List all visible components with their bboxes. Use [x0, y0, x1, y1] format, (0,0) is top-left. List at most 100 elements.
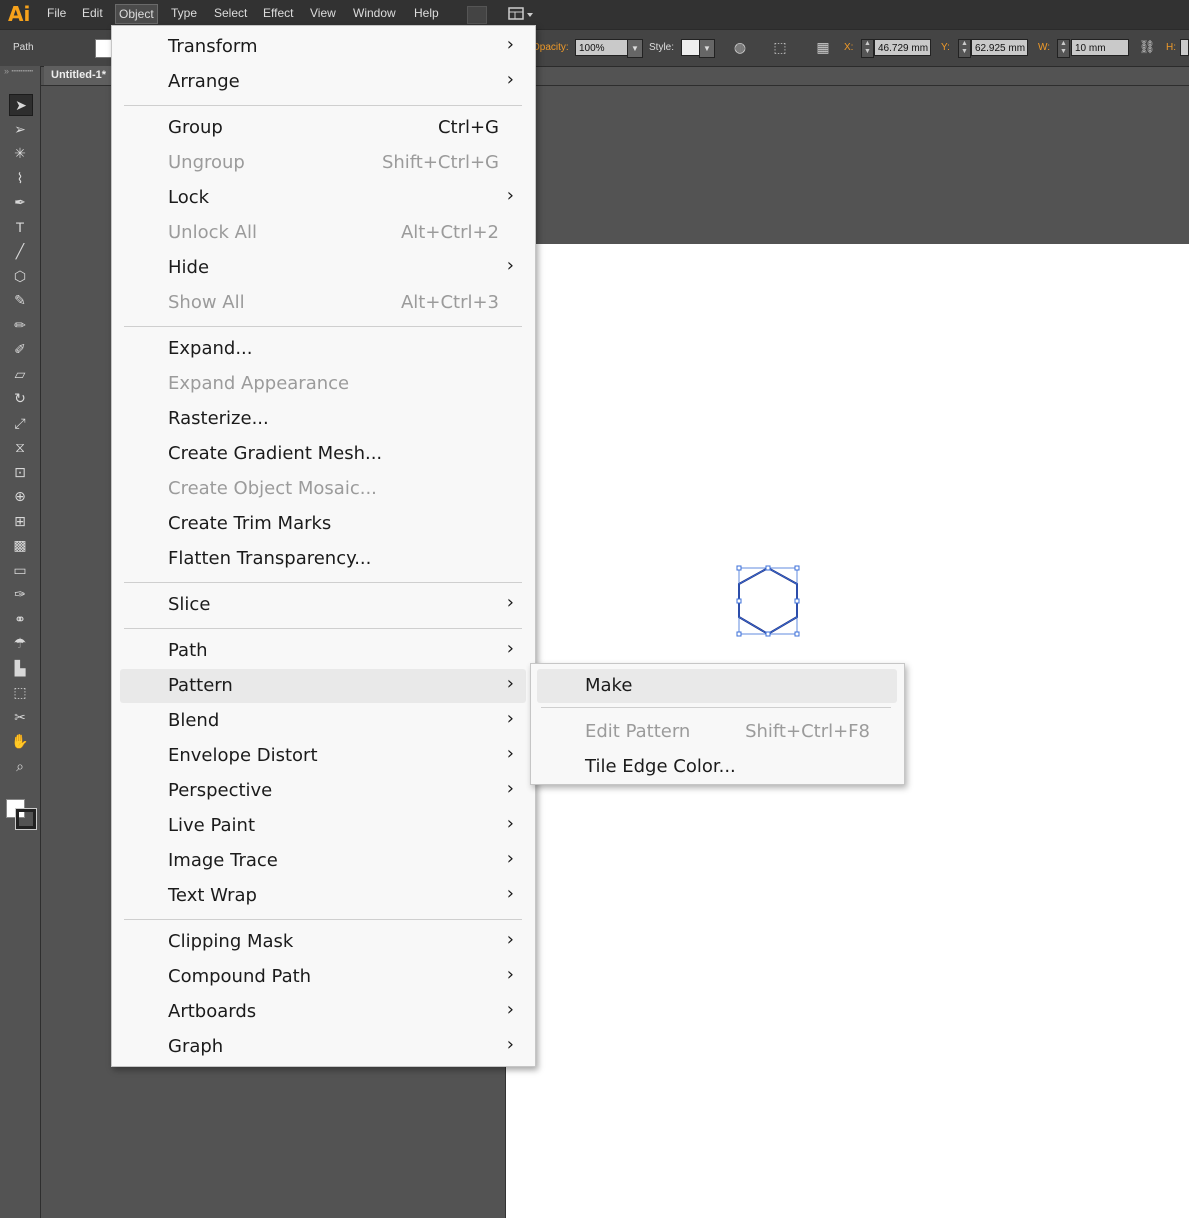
- menu-item-label: Envelope Distort: [168, 745, 318, 766]
- chevron-right-icon: ›: [506, 929, 514, 950]
- perspective-grid-icon[interactable]: ⊞: [9, 511, 31, 531]
- menu-item-perspective[interactable]: Perspective ›: [120, 774, 526, 808]
- align-to-selection-icon[interactable]: ⬚: [770, 38, 790, 56]
- blob-brush-icon[interactable]: ✐: [9, 339, 31, 359]
- polygon-icon[interactable]: ⬡: [9, 266, 31, 286]
- pencil-icon[interactable]: ✏: [9, 315, 31, 335]
- style-swatch[interactable]: [681, 39, 700, 56]
- menu-item-expand[interactable]: Expand...: [120, 332, 526, 366]
- slice-icon[interactable]: ✂: [9, 707, 31, 727]
- menu-item-text-wrap[interactable]: Text Wrap ›: [120, 879, 526, 913]
- recolor-artwork-icon[interactable]: ◍: [730, 38, 750, 56]
- eyedropper-icon[interactable]: ✑: [9, 584, 31, 604]
- chevron-right-icon: ›: [506, 69, 514, 90]
- menu-select[interactable]: Select: [214, 6, 247, 20]
- hexagon-path[interactable]: [735, 564, 801, 638]
- pattern-submenu: Make Edit Pattern Shift+Ctrl+F8 Tile Edge C…: [530, 663, 905, 785]
- line-segment-icon[interactable]: ╱: [9, 241, 31, 261]
- pen-icon[interactable]: ✒: [9, 192, 31, 212]
- selection-icon[interactable]: ➤: [9, 94, 33, 116]
- style-dropdown[interactable]: ▼: [699, 39, 715, 58]
- workspace-switcher-icon[interactable]: [508, 6, 534, 22]
- menu-object[interactable]: Object: [115, 4, 158, 24]
- menu-item-ungroup: Ungroup Shift+Ctrl+G: [120, 146, 526, 180]
- menu-item-blend[interactable]: Blend ›: [120, 704, 526, 738]
- menu-item-flatten-transparency[interactable]: Flatten Transparency...: [120, 542, 526, 576]
- opacity-field[interactable]: 100%: [575, 39, 628, 56]
- mesh-icon[interactable]: ▩: [9, 535, 31, 555]
- zoom-icon[interactable]: ⌕: [9, 756, 31, 776]
- submenu-item-tile-edge-color[interactable]: Tile Edge Color...: [537, 750, 897, 784]
- submenu-item-make[interactable]: Make: [537, 669, 897, 703]
- menu-item-envelope-distort[interactable]: Envelope Distort ›: [120, 739, 526, 773]
- w-stepper[interactable]: ▲ ▼: [1057, 39, 1070, 58]
- width-icon[interactable]: ⧖: [9, 437, 31, 457]
- menu-item-image-trace[interactable]: Image Trace ›: [120, 844, 526, 878]
- chevron-right-icon: ›: [506, 778, 514, 799]
- opacity-dropdown[interactable]: ▼: [627, 39, 643, 58]
- paintbrush-icon[interactable]: ✎: [9, 290, 31, 310]
- stroke-color-swatch[interactable]: [15, 808, 37, 830]
- menu-item-transform[interactable]: Transform ›: [120, 30, 526, 64]
- menu-window[interactable]: Window: [353, 6, 396, 20]
- rotate-icon[interactable]: ↻: [9, 388, 31, 408]
- constrain-proportions-icon[interactable]: ⛓: [1137, 38, 1157, 56]
- y-stepper[interactable]: ▲ ▼: [958, 39, 971, 58]
- chevron-right-icon: ›: [506, 1034, 514, 1055]
- w-field[interactable]: 10 mm: [1071, 39, 1129, 56]
- app-logo: Ai: [8, 2, 31, 26]
- magic-wand-icon[interactable]: ✳: [9, 143, 31, 163]
- scale-icon[interactable]: ⤢: [9, 413, 31, 433]
- y-field[interactable]: 62.925 mm: [971, 39, 1028, 56]
- opacity-label[interactable]: Opacity:: [532, 42, 569, 53]
- x-field[interactable]: 46.729 mm: [874, 39, 931, 56]
- menu-item-lock[interactable]: Lock ›: [120, 181, 526, 215]
- type-icon[interactable]: T: [9, 217, 31, 237]
- chevron-right-icon: ›: [506, 185, 514, 206]
- menu-item-label: Expand Appearance: [168, 373, 350, 394]
- menu-item-create-gradient-mesh[interactable]: Create Gradient Mesh...: [120, 437, 526, 471]
- menu-view[interactable]: View: [310, 6, 336, 20]
- menu-help[interactable]: Help: [414, 6, 439, 20]
- menu-file[interactable]: File: [47, 6, 66, 20]
- menu-separator: [124, 919, 522, 920]
- blend-icon[interactable]: ⚭: [9, 609, 31, 629]
- submenu-item-label: Make: [585, 675, 633, 696]
- menu-type[interactable]: Type: [171, 6, 197, 20]
- x-stepper[interactable]: ▲ ▼: [861, 39, 874, 58]
- menu-edit[interactable]: Edit: [82, 6, 103, 20]
- shape-builder-icon[interactable]: ⊕: [9, 486, 31, 506]
- direct-selection-icon[interactable]: ➢: [9, 119, 31, 139]
- submenu-item-shortcut: Shift+Ctrl+F8: [745, 721, 870, 742]
- menu-item-shortcut: Ctrl+G: [437, 117, 499, 138]
- menu-item-compound-path[interactable]: Compound Path ›: [120, 960, 526, 994]
- menu-item-pattern[interactable]: Pattern ›: [120, 669, 526, 703]
- menu-item-group[interactable]: Group Ctrl+G: [120, 111, 526, 145]
- gradient-icon[interactable]: ▭: [9, 560, 31, 580]
- hand-icon[interactable]: ✋: [9, 731, 31, 751]
- menu-item-slice[interactable]: Slice ›: [120, 588, 526, 622]
- bridge-icon[interactable]: [467, 6, 487, 24]
- artboard-icon[interactable]: ⬚: [9, 682, 31, 702]
- eraser-icon[interactable]: ▱: [9, 364, 31, 384]
- lasso-icon[interactable]: ⌇: [9, 168, 31, 188]
- menu-item-clipping-mask[interactable]: Clipping Mask ›: [120, 925, 526, 959]
- menu-item-create-trim-marks[interactable]: Create Trim Marks: [120, 507, 526, 541]
- menu-item-artboards[interactable]: Artboards ›: [120, 995, 526, 1029]
- panel-grip[interactable]: » ┅┅┅┅: [4, 66, 36, 78]
- w-label: W:: [1038, 42, 1051, 53]
- menu-item-hide[interactable]: Hide ›: [120, 251, 526, 285]
- menu-item-label: Blend: [168, 710, 220, 731]
- menu-item-expand-appearance: Expand Appearance: [120, 367, 526, 401]
- menu-item-arrange[interactable]: Arrange ›: [120, 65, 526, 99]
- free-transform-icon[interactable]: ⊡: [9, 462, 31, 482]
- menu-effect[interactable]: Effect: [263, 6, 293, 20]
- menu-item-rasterize[interactable]: Rasterize...: [120, 402, 526, 436]
- reference-point-icon[interactable]: ▦: [813, 38, 833, 56]
- menu-item-graph[interactable]: Graph ›: [120, 1030, 526, 1064]
- h-field[interactable]: [1180, 39, 1189, 56]
- symbol-sprayer-icon[interactable]: ☂: [9, 633, 31, 653]
- menu-item-path[interactable]: Path ›: [120, 634, 526, 668]
- menu-item-live-paint[interactable]: Live Paint ›: [120, 809, 526, 843]
- column-graph-icon[interactable]: ▙: [9, 658, 31, 678]
